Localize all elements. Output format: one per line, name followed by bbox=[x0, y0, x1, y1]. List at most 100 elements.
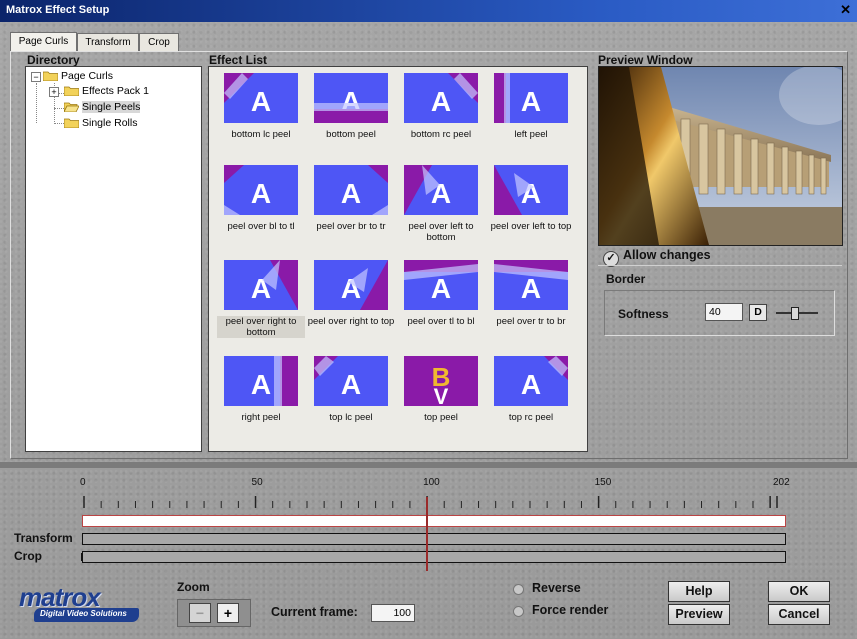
softness-input[interactable]: 40 bbox=[705, 303, 743, 321]
effect-label: peel over br to tr bbox=[316, 221, 386, 232]
svg-text:A: A bbox=[521, 86, 541, 117]
force-render-radio[interactable] bbox=[513, 606, 524, 617]
peel-bottom-icon: A bbox=[314, 73, 388, 123]
peel-left-icon: A bbox=[494, 73, 568, 123]
peel-over-br-tr-icon: A bbox=[314, 165, 388, 215]
crop-track[interactable] bbox=[82, 551, 786, 563]
tree-item-single-peels[interactable]: Single Peels bbox=[64, 100, 141, 114]
current-frame-input[interactable]: 100 bbox=[371, 604, 415, 622]
peel-top-right-icon: A bbox=[494, 356, 568, 406]
peel-top-icon: BV bbox=[404, 356, 478, 406]
effect-item[interactable]: Atop lc peel bbox=[307, 356, 395, 423]
expand-icon[interactable]: + bbox=[49, 87, 59, 97]
effect-item[interactable]: Aleft peel bbox=[487, 73, 575, 140]
effect-label: peel over tl to bl bbox=[407, 316, 475, 327]
svg-text:A: A bbox=[341, 369, 361, 400]
current-frame-label: Current frame: bbox=[271, 605, 358, 619]
effect-item[interactable]: Aright peel bbox=[217, 356, 305, 423]
peel-over-right-top-icon: A bbox=[314, 260, 388, 310]
transform-track[interactable] bbox=[82, 533, 786, 545]
transform-track-label: Transform bbox=[14, 531, 73, 545]
crop-keyframe-icon[interactable] bbox=[81, 553, 86, 561]
directory-tree: − Page Curls + Effects Pack 1 Single Pee… bbox=[25, 66, 202, 452]
effect-label: top lc peel bbox=[329, 412, 373, 423]
help-button[interactable]: Help bbox=[668, 581, 730, 602]
svg-text:A: A bbox=[251, 86, 271, 117]
effect-label: peel over right to bottom bbox=[217, 316, 305, 338]
effect-label: left peel bbox=[514, 129, 548, 140]
svg-text:A: A bbox=[251, 178, 271, 209]
preview-button[interactable]: Preview bbox=[668, 604, 730, 625]
window-title: Matrox Effect Setup bbox=[6, 4, 110, 16]
effect-list: Abottom lc peel Abottom peel Abottom rc pe… bbox=[208, 66, 588, 452]
open-folder-icon bbox=[64, 101, 79, 112]
tab-transform[interactable]: Transform bbox=[77, 33, 139, 51]
ok-button[interactable]: OK bbox=[768, 581, 830, 602]
folder-icon bbox=[64, 85, 79, 96]
peel-over-left-top-icon: A bbox=[494, 165, 568, 215]
peel-over-tl-bl-icon: A bbox=[404, 260, 478, 310]
effect-list-title: Effect List bbox=[209, 53, 268, 67]
effect-item[interactable]: Abottom rc peel bbox=[397, 73, 485, 140]
svg-text:A: A bbox=[521, 273, 541, 304]
tree-item-label: Single Rolls bbox=[82, 117, 138, 129]
effect-item[interactable]: Apeel over left to bottom bbox=[397, 165, 485, 243]
effect-label: top rc peel bbox=[508, 412, 554, 423]
effect-item[interactable]: Apeel over bl to tl bbox=[217, 165, 305, 232]
svg-text:A: A bbox=[431, 273, 451, 304]
effect-item[interactable]: Abottom lc peel bbox=[217, 73, 305, 140]
playhead[interactable] bbox=[426, 497, 429, 571]
effect-item[interactable]: Apeel over tl to bl bbox=[397, 260, 485, 327]
ruler-tick-label: 0 bbox=[80, 477, 86, 488]
timeline-ruler bbox=[83, 496, 778, 508]
effect-label: peel over left to bottom bbox=[408, 221, 474, 243]
effect-item[interactable]: Apeel over tr to br bbox=[487, 260, 575, 327]
preview-image bbox=[599, 67, 842, 245]
svg-text:A: A bbox=[431, 86, 451, 117]
cancel-button[interactable]: Cancel bbox=[768, 604, 830, 625]
allow-changes-label: Allow changes bbox=[623, 248, 711, 262]
effect-item[interactable]: Abottom peel bbox=[307, 73, 395, 140]
effect-item[interactable]: Apeel over left to top bbox=[487, 165, 575, 232]
effect-item[interactable]: Apeel over br to tr bbox=[307, 165, 395, 232]
divider bbox=[0, 462, 857, 468]
tree-item-label: Page Curls bbox=[61, 70, 113, 82]
effect-label: bottom rc peel bbox=[410, 129, 472, 140]
effect-label: top peel bbox=[424, 412, 458, 423]
effect-label: bottom lc peel bbox=[231, 129, 291, 140]
close-icon[interactable]: ✕ bbox=[840, 2, 851, 18]
crop-track-label: Crop bbox=[14, 549, 42, 563]
effect-range-track[interactable] bbox=[82, 515, 786, 527]
effect-item[interactable]: B V top peel bbox=[397, 356, 485, 423]
zoom-out-button[interactable]: − bbox=[189, 603, 211, 623]
peel-over-left-bottom-icon: A bbox=[404, 165, 478, 215]
effect-item[interactable]: Atop rc peel bbox=[487, 356, 575, 423]
tree-item-single-rolls[interactable]: Single Rolls bbox=[64, 116, 137, 130]
folder-icon bbox=[43, 70, 58, 81]
collapse-icon[interactable]: − bbox=[31, 72, 41, 82]
tab-crop[interactable]: Crop bbox=[139, 33, 179, 51]
effect-item[interactable]: Apeel over right to top bbox=[307, 260, 395, 327]
peel-bottom-left-icon: A bbox=[224, 73, 298, 123]
softness-label: Softness bbox=[618, 307, 669, 321]
tree-item-label: Single Peels bbox=[82, 101, 141, 113]
reverse-radio[interactable] bbox=[513, 584, 524, 595]
tree-item-label: Effects Pack 1 bbox=[82, 85, 149, 97]
force-render-label: Force render bbox=[532, 603, 609, 617]
default-button[interactable]: D bbox=[749, 304, 767, 321]
effect-label: bottom peel bbox=[326, 129, 376, 140]
ruler-tick-label: 100 bbox=[423, 477, 440, 488]
softness-slider-thumb[interactable] bbox=[791, 307, 799, 320]
border-group: Border Softness 40 D bbox=[598, 265, 842, 336]
tab-page-curls[interactable]: Page Curls bbox=[10, 32, 77, 52]
border-title: Border bbox=[606, 272, 646, 286]
folder-icon bbox=[64, 117, 79, 128]
tree-item-page-curls[interactable]: Page Curls bbox=[43, 69, 113, 83]
ruler-tick-label: 150 bbox=[594, 477, 612, 488]
effect-item[interactable]: Apeel over right to bottom bbox=[217, 260, 305, 338]
zoom-in-button[interactable]: + bbox=[217, 603, 239, 623]
tree-item-effects-pack-1[interactable]: Effects Pack 1 bbox=[64, 84, 149, 98]
reverse-label: Reverse bbox=[532, 581, 581, 595]
effect-label: peel over left to top bbox=[490, 221, 572, 232]
preview-title: Preview Window bbox=[598, 53, 693, 67]
